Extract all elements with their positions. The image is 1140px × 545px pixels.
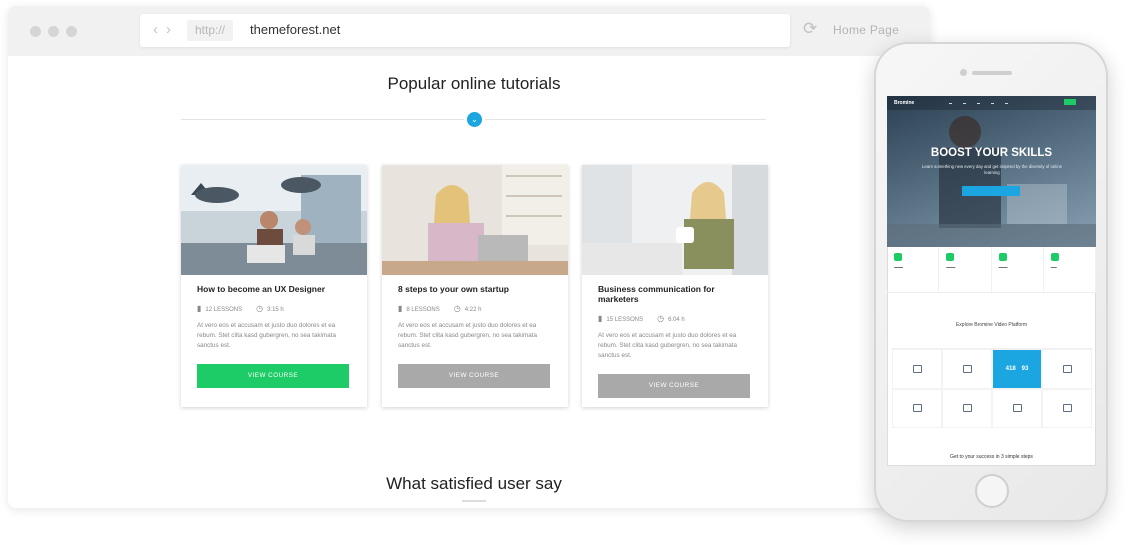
phone-menu-item[interactable]: ▬	[949, 101, 952, 105]
feature-icon	[894, 253, 902, 261]
course-meta: ▮ 8 LESSONS ◷ 4:22 h	[398, 304, 552, 313]
phone-steps-title: Get to your success in 3 simple steps	[950, 454, 1033, 460]
window-maximize-dot[interactable]	[66, 26, 77, 37]
forward-arrow-icon[interactable]: ›	[166, 21, 171, 38]
clock-icon: ◷	[453, 304, 461, 313]
page-content: Popular online tutorials ⌄ How to become…	[8, 56, 930, 508]
testimonials-title: What satisfied user say	[386, 474, 562, 493]
feature-icon	[998, 253, 1007, 261]
category-tile[interactable]	[942, 349, 992, 389]
phone-mockup: Bromine ▬ ▬ ▬ ▬ ▬ BOOST YOUR SKILLS Lear…	[874, 42, 1108, 522]
course-card: Business communication for marketers ▮ 15…	[582, 165, 768, 407]
feature-icon	[1050, 253, 1059, 261]
lessons-count: 12 LESSONS	[205, 307, 243, 313]
phone-screen: Bromine ▬ ▬ ▬ ▬ ▬ BOOST YOUR SKILLS Lear…	[887, 96, 1096, 466]
phone-menu-item[interactable]: ▬	[1005, 101, 1008, 105]
phone-explore-title: Explore Bromine Video Platform	[955, 322, 1028, 328]
category-tile[interactable]	[1042, 349, 1092, 389]
category-tile[interactable]	[942, 388, 992, 428]
phone-hero-subtitle: Learn something new every day and get in…	[922, 164, 1062, 175]
window-minimize-dot[interactable]	[48, 26, 59, 37]
protocol-label: http://	[187, 20, 234, 41]
course-description: At vero eos et accusam et justo duo dolo…	[398, 322, 537, 349]
phone-camera-icon	[960, 69, 967, 76]
phone-feature: ▬▬▬	[939, 247, 992, 292]
phone-menu-item[interactable]: ▬	[991, 101, 994, 105]
course-image	[582, 165, 768, 275]
phone-menu-item[interactable]: ▬	[977, 101, 980, 105]
monitor-icon	[962, 364, 972, 373]
course-title[interactable]: 8 steps to your own startup	[398, 284, 552, 294]
course-duration: 4:22 h	[464, 307, 482, 313]
view-course-button[interactable]: VIEW COURSE	[598, 374, 750, 398]
course-duration: 6:04 h	[668, 317, 685, 323]
browser-window: ‹ › http:// themeforest.net ⟳ Home Page …	[8, 6, 930, 508]
course-description: At vero eos et accusam et justo duo dolo…	[197, 322, 336, 349]
url-text[interactable]: themeforest.net	[250, 22, 340, 37]
course-meta: ▮ 15 LESSONS ◷ 6:04 h	[598, 314, 752, 323]
nav-arrows: ‹ ›	[153, 21, 171, 38]
phone-hero-button[interactable]	[962, 186, 1020, 196]
phone-speaker	[972, 71, 1012, 75]
course-image	[382, 165, 568, 275]
reload-icon[interactable]: ⟳	[803, 19, 817, 39]
phone-hero-title: BOOST YOUR SKILLS	[930, 147, 1053, 159]
presentation-icon	[1062, 404, 1072, 413]
phone-home-button[interactable]	[975, 474, 1009, 508]
phone-features: ▬▬▬ ▬▬▬ ▬▬▬ ▬▬	[887, 247, 1096, 293]
back-arrow-icon[interactable]: ‹	[153, 21, 158, 38]
course-title[interactable]: How to become an UX Designer	[197, 284, 351, 294]
window-controls	[30, 26, 77, 37]
home-page-link[interactable]: Home Page	[833, 23, 899, 37]
category-tile[interactable]	[992, 388, 1042, 428]
phone-feature: ▬▬▬	[992, 247, 1044, 292]
address-bar[interactable]: ‹ › http:// themeforest.net	[140, 14, 790, 47]
stat-number: 93	[1021, 365, 1029, 372]
phone-category-grid: 418 93	[892, 348, 1092, 428]
camera-icon	[1062, 364, 1072, 373]
category-tile[interactable]	[892, 349, 942, 389]
code-icon	[962, 404, 972, 413]
section-title: Popular online tutorials	[387, 74, 561, 93]
phone-signup-button[interactable]	[1064, 99, 1076, 105]
category-tile[interactable]	[892, 388, 942, 428]
phone-feature: ▬▬	[1044, 247, 1096, 292]
window-close-dot[interactable]	[30, 26, 41, 37]
course-meta: ▮ 12 LESSONS ◷ 3:15 h	[197, 304, 351, 313]
course-duration: 3:15 h	[267, 307, 284, 313]
phone-logo[interactable]: Bromine	[894, 100, 914, 106]
course-description: At vero eos et accusam et justo duo dolo…	[598, 332, 737, 359]
testimonials-divider	[462, 500, 486, 502]
category-tile[interactable]	[1042, 388, 1092, 428]
feature-icon	[946, 253, 955, 261]
chart-icon	[912, 404, 922, 413]
lessons-count: 15 LESSONS	[606, 317, 644, 323]
phone-nav-bar: Bromine ▬ ▬ ▬ ▬ ▬	[887, 96, 1096, 110]
stats-tile[interactable]: 418 93	[992, 349, 1042, 389]
telescope-icon	[1012, 404, 1022, 413]
book-icon: ▮	[398, 304, 403, 313]
browser-toolbar: ‹ › http:// themeforest.net ⟳ Home Page	[8, 6, 930, 56]
book-icon	[912, 364, 922, 373]
book-icon: ▮	[197, 304, 202, 313]
stat-number: 418	[1005, 365, 1016, 372]
phone-feature: ▬▬▬	[887, 247, 940, 292]
course-card: 8 steps to your own startup ▮ 8 LESSONS ◷…	[382, 165, 568, 407]
course-image	[181, 165, 367, 275]
lessons-count: 8 LESSONS	[406, 307, 440, 313]
phone-menu-item[interactable]: ▬	[963, 101, 966, 105]
clock-icon: ◷	[657, 314, 665, 323]
clock-icon: ◷	[256, 304, 264, 313]
phone-menu: ▬ ▬ ▬ ▬ ▬	[949, 101, 1008, 105]
chevron-down-icon[interactable]: ⌄	[467, 112, 482, 127]
course-title[interactable]: Business communication for marketers	[598, 284, 752, 304]
course-card: How to become an UX Designer ▮ 12 LESSONS…	[181, 165, 367, 407]
view-course-button[interactable]: VIEW COURSE	[398, 364, 550, 388]
phone-hero: Bromine ▬ ▬ ▬ ▬ ▬ BOOST YOUR SKILLS Lear…	[887, 96, 1096, 247]
view-course-button[interactable]: VIEW COURSE	[197, 364, 349, 388]
book-icon: ▮	[598, 314, 603, 323]
